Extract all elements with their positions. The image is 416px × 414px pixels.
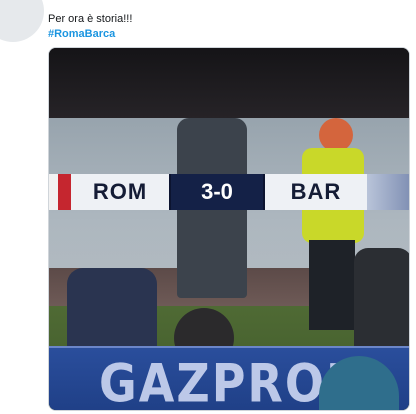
scoreboard-tail (367, 174, 409, 210)
steward-head (319, 118, 353, 152)
tweet-photo[interactable]: ROM 3-0 BAR GAZPROM (48, 47, 410, 411)
scoreboard-flag-stripe (49, 174, 71, 210)
tv-screen: ROM 3-0 BAR GAZPROM (49, 118, 409, 410)
score-display: 3-0 (169, 174, 265, 210)
avatar[interactable] (0, 0, 44, 42)
tv-bezel (49, 48, 409, 118)
tweet: Per ora è storia!!! #RomaBarca ROM 3-0 B… (0, 0, 416, 414)
steward-legs (309, 240, 355, 330)
tweet-text: Per ora è storia!!! (48, 13, 133, 25)
away-team-label: BAR (265, 174, 367, 210)
advertising-board: GAZPROM (49, 346, 409, 410)
tweet-body: Per ora è storia!!! #RomaBarca (48, 12, 132, 42)
scoreboard: ROM 3-0 BAR (49, 174, 409, 210)
hashtag-link[interactable]: #RomaBarca (48, 27, 132, 42)
home-team-label: ROM (71, 174, 169, 210)
